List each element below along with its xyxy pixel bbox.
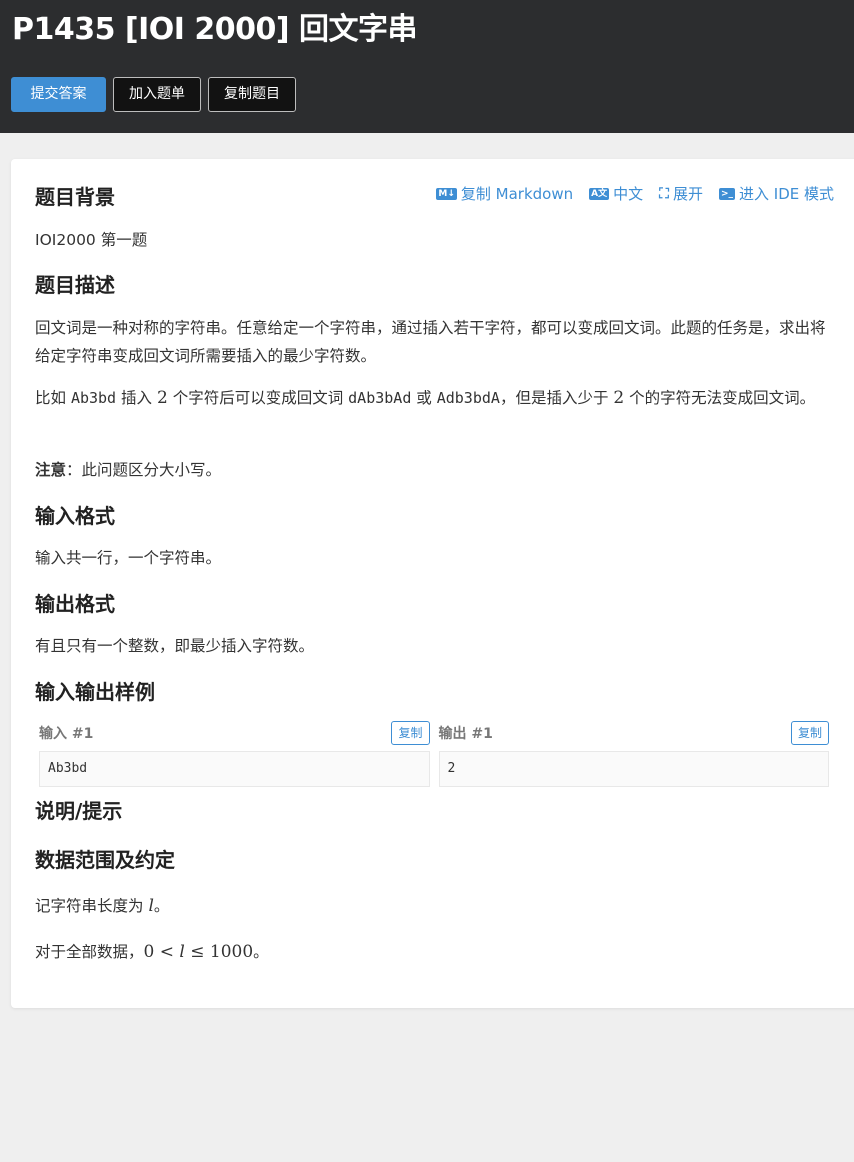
input-format-heading: 输入格式	[35, 504, 115, 528]
hint-heading: 说明/提示	[35, 799, 123, 823]
samples-grid: 输入 #1 复制 Ab3bd 输出 #1 复制 2	[39, 719, 829, 787]
example-paragraph: 比如 Ab3bd 插入 2 个字符后可以变成回文词 dAb3bAd 或 Adb3…	[35, 388, 816, 408]
copy-input-button[interactable]: 复制	[391, 721, 430, 745]
background-text: IOI2000 第一题	[35, 231, 148, 249]
description-heading: 题目描述	[35, 273, 115, 297]
sample-input: 输入 #1 复制 Ab3bd	[39, 719, 430, 787]
problem-header: P1435 [IOI 2000] 回文字串 提交答案 加入题单 复制题目	[0, 0, 854, 133]
range-paragraph-1: 记字符串长度为 l。	[35, 896, 170, 916]
problem-title: P1435 [IOI 2000] 回文字串	[12, 12, 418, 47]
problem-card: M↓ 复制 Markdown A文 中文 ⛶ 展开 >_ 进入 IDE 模式 题…	[11, 159, 854, 1008]
range-paragraph-2: 对于全部数据，0 < l ≤ 1000。	[35, 942, 269, 962]
output-format-text: 有且只有一个整数，即最少插入字符数。	[35, 637, 315, 655]
input-format-text: 输入共一行，一个字符串。	[35, 549, 222, 567]
range-heading: 数据范围及约定	[35, 848, 175, 872]
note-label: 注意	[35, 461, 67, 479]
example-code: Adb3bdA	[436, 389, 500, 407]
note-paragraph: 注意：此问题区分大小写。	[35, 461, 222, 479]
sample-input-box[interactable]: Ab3bd	[39, 751, 430, 787]
description-paragraph: 回文词是一种对称的字符串。任意给定一个字符串，通过插入若干字符，都可以变成回文词…	[35, 319, 826, 365]
output-format-heading: 输出格式	[35, 592, 115, 616]
sample-output-box[interactable]: 2	[438, 751, 829, 787]
sample-output: 输出 #1 复制 2	[438, 719, 829, 787]
copy-output-button[interactable]: 复制	[790, 721, 829, 745]
samples-heading: 输入输出样例	[35, 680, 155, 704]
header-button-row: 提交答案 加入题单 复制题目	[11, 77, 296, 112]
background-heading: 题目背景	[35, 185, 115, 209]
sample-input-label: 输入 #1	[39, 726, 94, 742]
example-code: Ab3bd	[70, 389, 117, 407]
submit-answer-button[interactable]: 提交答案	[11, 77, 106, 112]
copy-problem-button[interactable]: 复制题目	[208, 77, 296, 112]
add-to-list-button[interactable]: 加入题单	[113, 77, 201, 112]
example-code: dAb3bAd	[348, 389, 412, 407]
sample-output-label: 输出 #1	[438, 726, 493, 742]
